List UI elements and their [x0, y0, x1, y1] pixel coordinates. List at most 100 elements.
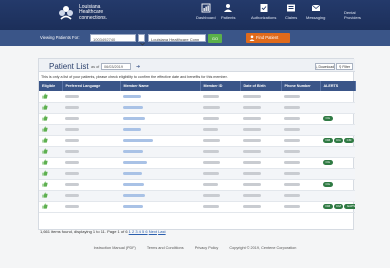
redacted-text — [65, 161, 79, 165]
column-header-member-name[interactable]: Member Name — [120, 81, 201, 91]
redacted-text — [243, 128, 261, 132]
member-id-cell — [200, 113, 240, 125]
table-row[interactable]: CG — [39, 179, 355, 191]
column-header-dob[interactable]: Date of Birth — [240, 81, 282, 91]
member-name-cell[interactable] — [120, 201, 200, 213]
alert-badge[interactable]: CM — [333, 204, 344, 209]
table-row[interactable] — [39, 168, 355, 180]
instruction-manual-link[interactable]: Instruction Manual (PDF) — [94, 246, 136, 250]
member-name-cell[interactable] — [120, 179, 200, 191]
table-row[interactable] — [39, 124, 355, 136]
table-row[interactable]: DM CM GAPS — [39, 201, 355, 213]
alerts-cell: CG — [320, 113, 355, 125]
language-cell — [62, 102, 120, 114]
top-header: Louisiana Healthcare connections. Dashbo… — [0, 0, 390, 30]
column-header-phone[interactable]: Phone Number — [281, 81, 321, 91]
terms-link[interactable]: Terms and Conditions — [147, 246, 184, 250]
logo[interactable]: Louisiana Healthcare connections. — [56, 3, 107, 23]
alert-badge[interactable]: CG — [333, 138, 344, 143]
patients-icon — [224, 4, 233, 12]
privacy-link[interactable]: Privacy Policy — [195, 246, 219, 250]
nav-patients-label: Patients — [221, 15, 236, 20]
redacted-text — [203, 205, 219, 209]
member-id-cell — [200, 135, 240, 147]
redacted-text — [203, 183, 218, 187]
member-id-cell — [200, 91, 240, 103]
member-name-cell[interactable] — [120, 102, 200, 114]
as-of-date-input[interactable]: 06/03/2019 — [101, 62, 131, 70]
nav-authorizations[interactable]: Authorizations — [251, 3, 276, 20]
redacted-text — [243, 172, 261, 176]
table-row[interactable] — [39, 91, 355, 103]
redacted-text — [65, 106, 79, 110]
redacted-text — [65, 117, 79, 121]
copyright: Copyright © 2019, Centene Corporation — [229, 246, 297, 250]
table-row[interactable]: CG — [39, 113, 355, 125]
table-row[interactable]: CG — [39, 157, 355, 169]
member-name-cell[interactable] — [120, 190, 200, 202]
alert-badge[interactable]: DM — [323, 138, 333, 143]
nav-dashboard[interactable]: Dashboard — [196, 3, 216, 20]
member-name-cell[interactable] — [120, 135, 200, 147]
eligible-cell — [39, 190, 62, 202]
column-header-language[interactable]: Preferred Language — [62, 81, 121, 91]
member-name-cell[interactable] — [120, 168, 200, 180]
member-name-cell[interactable] — [120, 91, 200, 103]
redacted-text — [284, 128, 300, 132]
page-links[interactable]: 1 2 3 4 5 6 — [129, 229, 148, 234]
alerts-cell — [320, 124, 355, 136]
member-name-cell[interactable] — [120, 157, 200, 169]
provider-name-select[interactable]: Louisiana Healthcare Conn — [148, 34, 206, 42]
alerts-cell: DMCGCMGAPS — [320, 135, 355, 147]
alert-badge[interactable]: CG — [323, 182, 333, 187]
redacted-text — [203, 106, 220, 110]
table-row[interactable] — [39, 102, 355, 114]
alert-badge[interactable]: GAPS — [344, 204, 355, 209]
provider-filter-bar: Viewing Patients For: 1003492740 Louisia… — [0, 30, 390, 46]
alert-badge[interactable]: DM — [323, 204, 333, 209]
arrow-right-icon[interactable]: ➜ — [136, 64, 140, 70]
dob-cell — [240, 179, 281, 191]
go-button[interactable]: GO — [208, 33, 222, 43]
language-cell — [62, 146, 120, 158]
column-header-member-id[interactable]: Member ID — [200, 81, 241, 91]
member-id-cell — [200, 168, 240, 180]
filter-button[interactable]: ⚲ Filter — [336, 62, 353, 70]
redacted-text — [203, 150, 219, 154]
dob-cell — [240, 102, 281, 114]
redacted-text — [123, 150, 143, 154]
alerts-cell — [320, 102, 355, 114]
download-button[interactable]: ⤓ Download — [315, 62, 335, 70]
member-name-cell[interactable] — [120, 113, 200, 125]
eligible-cell — [39, 146, 62, 158]
nav-messaging[interactable]: Messaging — [306, 3, 325, 20]
redacted-text — [243, 205, 261, 209]
redacted-text — [123, 172, 142, 176]
user-menu[interactable]: Dental Providers — [344, 10, 361, 20]
redacted-text — [123, 128, 141, 132]
member-name-cell[interactable] — [120, 146, 200, 158]
table-row[interactable] — [39, 190, 355, 202]
column-header-eligible[interactable]: Eligible — [39, 81, 63, 91]
dob-cell — [240, 201, 281, 213]
provider-id-input[interactable]: 1003492740 — [90, 34, 136, 42]
alert-badge[interactable]: CG — [323, 160, 333, 165]
table-row[interactable] — [39, 146, 355, 158]
messaging-icon — [311, 4, 320, 11]
nav-claims[interactable]: Claims — [285, 3, 297, 20]
last-page-link[interactable]: Last — [158, 229, 166, 234]
alert-badge[interactable]: CG — [323, 116, 333, 121]
language-cell — [62, 124, 120, 136]
alert-badge[interactable]: CM — [344, 138, 354, 143]
find-patient-button[interactable]: Find Patient — [246, 33, 290, 43]
phone-cell — [281, 113, 320, 125]
alerts-cell — [320, 91, 355, 103]
table-row[interactable]: DMCGCMGAPS — [39, 135, 355, 147]
provider-id-dropdown[interactable] — [138, 34, 145, 46]
next-page-link[interactable]: Next — [149, 229, 157, 234]
nav-patients[interactable]: Patients — [221, 3, 235, 20]
authorizations-icon — [260, 4, 268, 12]
member-name-cell[interactable] — [120, 124, 200, 136]
redacted-text — [243, 183, 261, 187]
nav-authorizations-label: Authorizations — [251, 15, 277, 20]
